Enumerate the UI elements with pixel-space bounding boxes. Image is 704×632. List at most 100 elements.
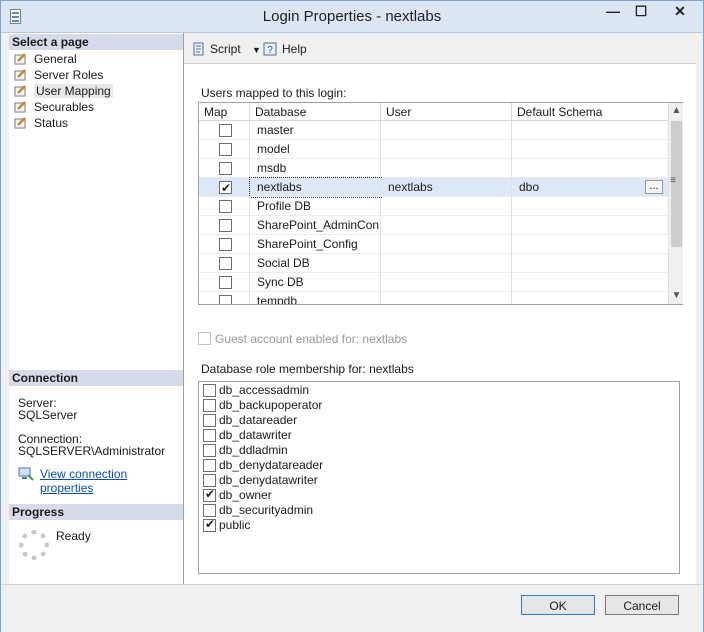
page-item-securables[interactable]: Securables xyxy=(13,99,113,115)
column-header-database[interactable]: Database xyxy=(250,103,381,121)
table-row[interactable]: tempdb xyxy=(199,292,669,304)
role-checkbox[interactable] xyxy=(203,474,216,487)
user-cell[interactable]: nextlabs xyxy=(381,178,512,197)
database-cell[interactable]: msdb xyxy=(250,159,381,178)
column-header-map[interactable]: Map xyxy=(199,103,250,121)
role-checkbox[interactable] xyxy=(203,459,216,472)
role-item[interactable]: db_owner xyxy=(203,487,272,503)
user-cell[interactable] xyxy=(381,254,512,273)
connection-properties-icon xyxy=(18,467,34,481)
schema-cell[interactable] xyxy=(512,197,669,216)
map-checkbox[interactable] xyxy=(219,143,232,156)
column-header-default-schema[interactable]: Default Schema xyxy=(512,103,669,121)
role-item[interactable]: db_datareader xyxy=(203,413,297,428)
guest-account-checkbox[interactable] xyxy=(198,332,211,345)
table-row[interactable]: Social DB xyxy=(199,254,669,273)
page-item-user-mapping[interactable]: User Mapping xyxy=(13,83,113,99)
schema-cell[interactable] xyxy=(512,159,669,178)
close-button[interactable]: ✕ xyxy=(657,1,703,23)
database-cell[interactable]: Profile DB xyxy=(250,197,381,216)
role-checkbox[interactable] xyxy=(203,399,216,412)
role-item[interactable]: db_backupoperator xyxy=(203,398,322,413)
schema-cell[interactable] xyxy=(512,216,669,235)
schema-cell[interactable] xyxy=(512,273,669,292)
page-item-status[interactable]: Status xyxy=(13,115,113,131)
role-item[interactable]: db_datawriter xyxy=(203,428,292,443)
user-cell[interactable] xyxy=(381,197,512,216)
schema-cell[interactable] xyxy=(512,235,669,254)
user-cell[interactable] xyxy=(381,216,512,235)
role-checkbox[interactable] xyxy=(203,429,216,442)
table-row[interactable]: master xyxy=(199,121,669,140)
table-row[interactable]: SharePoint_AdminCon... xyxy=(199,216,669,235)
role-label: db_ddladmin xyxy=(219,443,288,457)
scroll-up-icon[interactable]: ▲ xyxy=(671,104,682,118)
map-checkbox[interactable] xyxy=(219,219,232,232)
database-cell[interactable]: Sync DB xyxy=(250,273,381,292)
table-row[interactable]: SharePoint_Config xyxy=(199,235,669,254)
ok-button[interactable]: OK xyxy=(521,595,595,615)
user-cell[interactable] xyxy=(381,292,512,304)
map-checkbox[interactable] xyxy=(219,162,232,175)
user-cell[interactable] xyxy=(381,159,512,178)
table-row[interactable]: model xyxy=(199,140,669,159)
map-checkbox[interactable] xyxy=(219,179,232,196)
map-checkbox[interactable] xyxy=(219,257,232,270)
svg-text:?: ? xyxy=(267,45,273,56)
table-row[interactable]: Sync DB xyxy=(199,273,669,292)
map-checkbox[interactable] xyxy=(219,200,232,213)
schema-cell[interactable] xyxy=(512,121,669,140)
help-button[interactable]: ? Help xyxy=(262,41,307,57)
role-checkbox[interactable] xyxy=(203,517,216,532)
role-item[interactable]: db_accessadmin xyxy=(203,383,309,398)
database-cell[interactable]: tempdb xyxy=(250,292,381,304)
table-row[interactable]: Profile DB xyxy=(199,197,669,216)
map-checkbox[interactable] xyxy=(219,124,232,137)
view-connection-link[interactable]: View connection properties xyxy=(40,467,127,495)
schema-cell[interactable] xyxy=(512,292,669,304)
page-item-general[interactable]: General xyxy=(13,51,113,67)
grid-vertical-scrollbar[interactable]: ▲ ▼ xyxy=(668,103,683,304)
map-checkbox[interactable] xyxy=(219,276,232,289)
server-value: SQLServer xyxy=(18,408,78,422)
column-header-user[interactable]: User xyxy=(381,103,512,121)
database-cell[interactable]: master xyxy=(250,121,381,140)
cancel-button[interactable]: Cancel xyxy=(605,595,679,615)
scroll-down-icon[interactable]: ▼ xyxy=(671,289,682,303)
role-item[interactable]: db_ddladmin xyxy=(203,443,288,458)
map-checkbox[interactable] xyxy=(219,238,232,251)
role-checkbox[interactable] xyxy=(203,384,216,397)
maximize-button[interactable]: ☐ xyxy=(627,1,655,23)
schema-browse-button[interactable]: ... xyxy=(645,180,663,194)
table-row[interactable]: nextlabsnextlabsdbo xyxy=(199,177,669,198)
user-cell[interactable] xyxy=(381,121,512,140)
chevron-down-icon[interactable]: ▼ xyxy=(252,45,261,55)
user-cell[interactable] xyxy=(381,273,512,292)
minimize-button[interactable]: — xyxy=(599,1,627,23)
database-cell[interactable]: Social DB xyxy=(250,254,381,273)
database-cell[interactable]: nextlabs xyxy=(249,177,382,198)
user-cell[interactable] xyxy=(381,140,512,159)
view-connection-properties[interactable]: View connection properties xyxy=(18,467,183,495)
schema-cell[interactable] xyxy=(512,254,669,273)
role-checkbox[interactable] xyxy=(203,414,216,427)
role-item[interactable]: db_securityadmin xyxy=(203,503,313,518)
database-cell[interactable]: model xyxy=(250,140,381,159)
role-checkbox[interactable] xyxy=(203,504,216,517)
user-cell[interactable] xyxy=(381,235,512,254)
role-checkbox[interactable] xyxy=(203,487,216,502)
role-item[interactable]: db_denydatawriter xyxy=(203,473,318,488)
role-checkbox[interactable] xyxy=(203,444,216,457)
table-row[interactable]: msdb xyxy=(199,159,669,178)
left-panel: Select a page General Server Roles User … xyxy=(9,33,184,584)
role-label: db_denydatawriter xyxy=(219,473,318,487)
wrench-page-icon xyxy=(14,117,26,129)
database-cell[interactable]: SharePoint_Config xyxy=(250,235,381,254)
schema-cell[interactable] xyxy=(512,140,669,159)
script-button[interactable]: Script ▼ xyxy=(191,41,261,57)
role-item[interactable]: public xyxy=(203,517,250,533)
database-cell[interactable]: SharePoint_AdminCon... xyxy=(250,216,381,235)
role-item[interactable]: db_denydatareader xyxy=(203,458,323,473)
map-checkbox[interactable] xyxy=(219,295,232,304)
page-item-server-roles[interactable]: Server Roles xyxy=(13,67,113,83)
